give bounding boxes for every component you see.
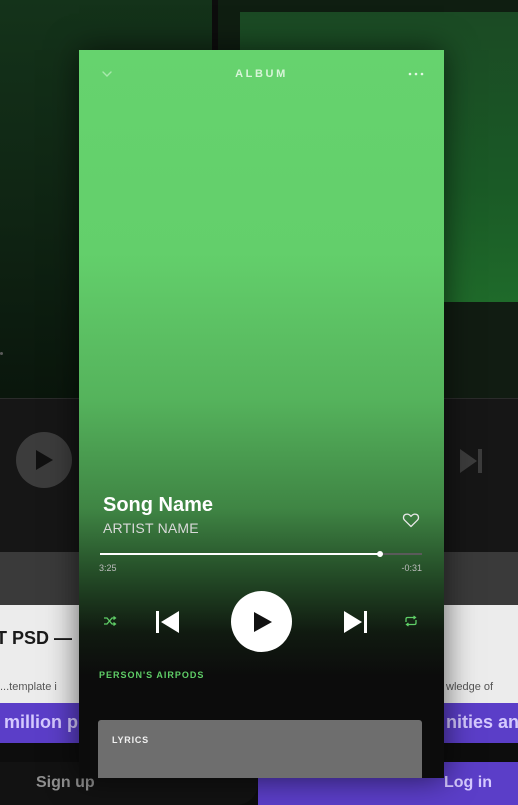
background-skip-next-icon xyxy=(460,449,482,473)
background-play-icon xyxy=(36,450,53,470)
progress-thumb[interactable] xyxy=(377,551,384,557)
lyrics-card[interactable]: LYRICS xyxy=(98,720,422,778)
repeat-icon[interactable] xyxy=(403,613,419,629)
background-dot xyxy=(0,352,3,355)
more-icon[interactable] xyxy=(404,66,428,82)
artist-name[interactable]: ARTIST NAME xyxy=(103,520,199,536)
background-text-fragment-right: wledge of xyxy=(446,681,494,693)
login-button[interactable]: Log in xyxy=(444,774,492,792)
play-icon xyxy=(253,611,272,632)
play-button[interactable] xyxy=(231,591,292,652)
shuffle-icon[interactable] xyxy=(102,613,118,629)
background-text-fragment-left: ...template i xyxy=(0,681,57,693)
heart-icon[interactable] xyxy=(401,510,421,530)
background-banner-text-right: nities an xyxy=(446,712,518,732)
skip-previous-icon[interactable] xyxy=(153,608,181,636)
background-play-button xyxy=(16,432,72,488)
progress-fill xyxy=(100,553,381,555)
progress-bar[interactable] xyxy=(100,551,422,557)
now-playing-screen: ALBUM Song Name ARTIST NAME 3:25 -0:31 P… xyxy=(79,50,444,778)
song-title: Song Name xyxy=(103,494,214,516)
player-header: ALBUM xyxy=(79,50,444,98)
lyrics-label: LYRICS xyxy=(112,735,149,745)
remaining-time: -0:31 xyxy=(401,563,422,573)
background-heading-fragment: T PSD — L xyxy=(0,628,76,648)
elapsed-time: 3:25 xyxy=(99,563,117,573)
skip-next-icon[interactable] xyxy=(342,608,370,636)
background-banner-text-left: million p xyxy=(4,712,78,732)
connected-device[interactable]: PERSON'S AIRPODS xyxy=(99,670,204,680)
header-title: ALBUM xyxy=(235,68,288,80)
